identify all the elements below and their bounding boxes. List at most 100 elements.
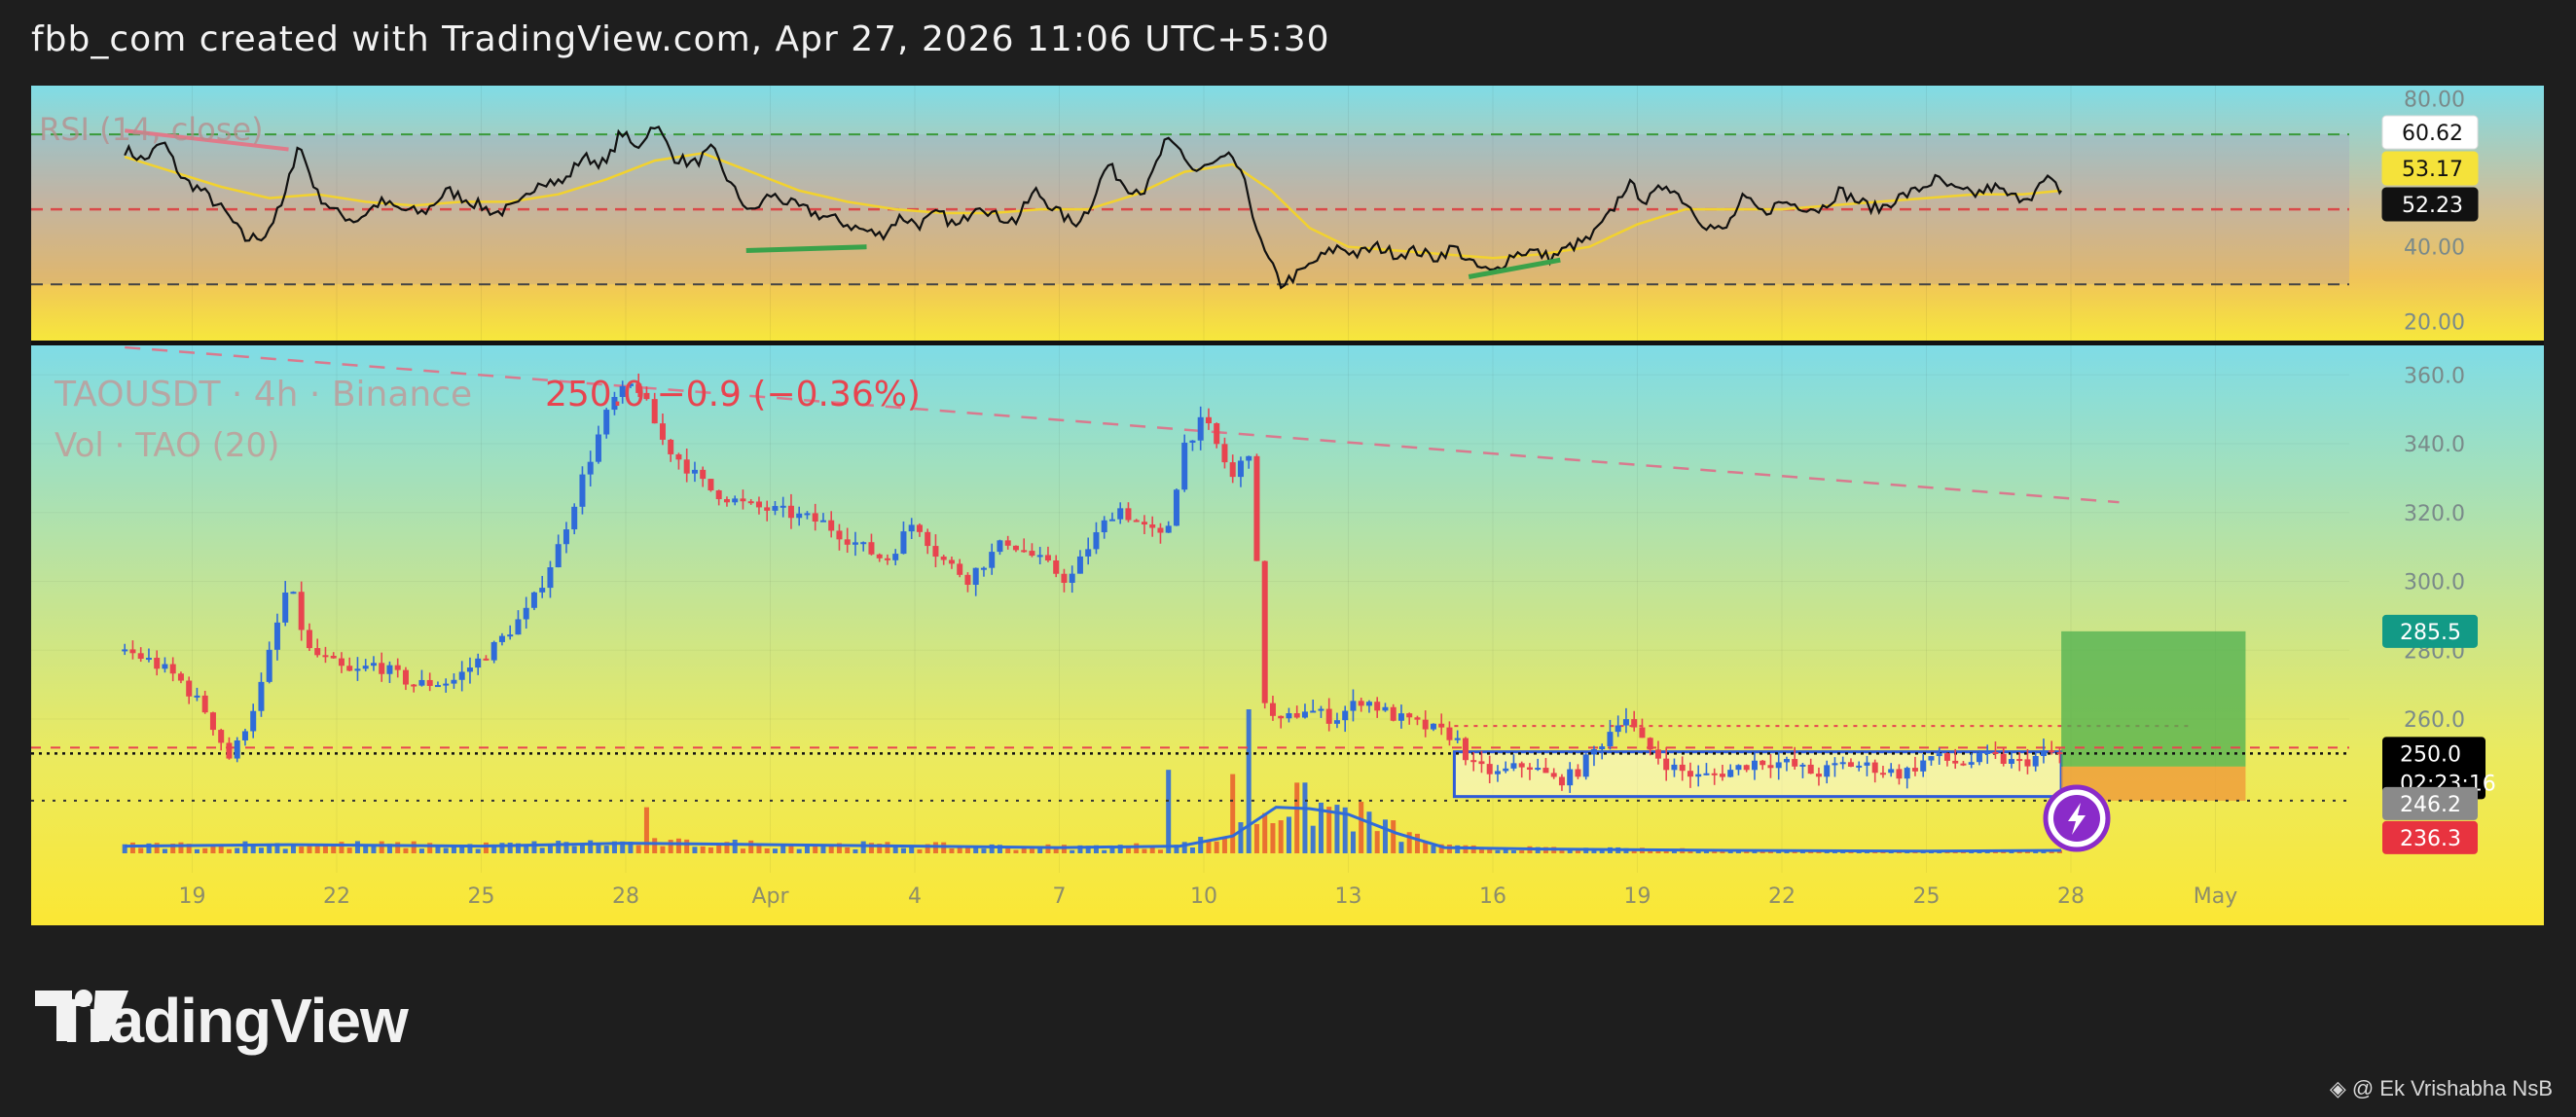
candle-body	[1510, 763, 1517, 769]
candle-body	[1503, 768, 1509, 772]
candle-body	[723, 499, 730, 503]
time-axis-label: Apr	[751, 884, 789, 909]
price-panel[interactable]: TAOUSDT · 4h · Binance 250.0 −0.9 (−0.36…	[31, 345, 2544, 925]
candle-body	[1382, 706, 1389, 711]
time-axis[interactable]: 19 22 25 28 Apr 4 7 10 13 16 19 22 25 28 May	[179, 884, 2238, 909]
candle-body	[1943, 753, 1950, 761]
volume-bar	[202, 847, 208, 853]
candle-body	[844, 539, 851, 545]
volume-bar	[1070, 849, 1075, 853]
candle-body	[1760, 760, 1766, 766]
volume-bar	[1382, 819, 1388, 853]
diamond-icon: ◈	[2329, 1076, 2346, 1100]
candle-body	[1719, 774, 1725, 777]
rsi-level-badge: 52.23	[2381, 187, 2479, 222]
rsi-value-badge-text: 60.62	[2402, 122, 2463, 146]
candle-body	[836, 530, 843, 540]
volume-bar	[1286, 816, 1291, 853]
candle-body	[507, 634, 514, 637]
volume-bar	[860, 841, 866, 853]
volume-bar	[692, 847, 698, 853]
candle-body	[1558, 776, 1565, 786]
time-axis-label: 7	[1053, 884, 1067, 909]
volume-bar	[780, 845, 786, 853]
volume-bar	[379, 841, 384, 853]
volume-bar	[475, 848, 481, 853]
candle-body	[948, 559, 955, 564]
candle-body	[1703, 773, 1710, 775]
tradingview-logo[interactable]: TradingView	[35, 986, 409, 1056]
volume-bar	[1414, 833, 1420, 853]
rsi-price-axis[interactable]: 80.0060.0040.0020.0060.6253.1752.23	[2381, 89, 2479, 336]
candle-body	[1631, 719, 1638, 728]
candle-body	[1173, 489, 1179, 526]
candle-body	[490, 641, 497, 661]
volume-bar	[539, 847, 545, 853]
stop-price-badge-text: 236.3	[2400, 827, 2461, 851]
candle-body	[1237, 460, 1244, 478]
candle-body	[964, 574, 971, 585]
rsi-chart[interactable]: RSI (14, close) 80.0060.0040.0020.0060.6…	[31, 86, 2544, 341]
price-tick-label: 320.0	[2404, 502, 2465, 526]
volume-bar	[1149, 847, 1155, 853]
candle-body	[530, 592, 537, 608]
volume-bar	[1142, 848, 1147, 853]
volume-bar	[660, 846, 666, 853]
candle-body	[1214, 423, 1220, 445]
candle-body	[1751, 760, 1758, 771]
candle-body	[539, 588, 546, 593]
candle-body	[1310, 710, 1317, 713]
candle-body	[1879, 773, 1886, 775]
candle-body	[1526, 767, 1533, 771]
candle-body	[562, 529, 569, 545]
candle-body	[1599, 746, 1606, 750]
candle-body	[1293, 713, 1300, 718]
volume-bar	[1102, 849, 1107, 853]
volume-bar	[1391, 820, 1397, 853]
drawing-overlay[interactable]	[31, 345, 2349, 802]
candle-body	[1582, 754, 1589, 777]
candle-body	[1663, 758, 1670, 771]
lightning-alert-button[interactable]	[2043, 784, 2111, 852]
candle-body	[1253, 455, 1260, 561]
candle-body	[691, 469, 698, 474]
author-credit[interactable]: ◈ @ Ek Vrishabha NsB	[2330, 1076, 2553, 1101]
candle-body	[1390, 706, 1397, 721]
time-axis-label: 28	[2057, 884, 2085, 909]
candle-body	[876, 554, 883, 558]
candle-body	[1350, 701, 1357, 711]
candle-body	[1358, 701, 1364, 706]
candle-body	[1911, 768, 1918, 772]
price-legend-symbol: TAOUSDT · 4h · Binance	[54, 375, 472, 414]
candle-body	[916, 524, 923, 532]
volume-bar	[435, 846, 441, 853]
volume-bar	[299, 847, 305, 853]
volume-bar	[603, 846, 609, 853]
candle-body	[1012, 545, 1019, 551]
rsi-tick-80: 80.00	[2404, 89, 2465, 113]
volume-bar	[443, 847, 449, 853]
volume-bar	[853, 848, 858, 853]
price-chart[interactable]: TAOUSDT · 4h · Binance 250.0 −0.9 (−0.36…	[31, 345, 2544, 925]
candle-body	[1920, 760, 1927, 772]
candle-body	[1397, 713, 1404, 721]
volume-bar	[1134, 843, 1140, 853]
price-axis[interactable]: 360.0340.0320.0300.0280.0260.0285.5250.0…	[2382, 364, 2496, 854]
rsi-panel[interactable]: RSI (14, close) 80.0060.0040.0020.0060.6…	[31, 86, 2544, 341]
time-axis-label: May	[2194, 884, 2237, 909]
volume-bar	[1326, 807, 1332, 853]
candle-body	[1896, 769, 1903, 779]
volume-bar	[1519, 850, 1525, 853]
candle-body	[418, 679, 425, 686]
volume-bar	[1253, 823, 1259, 853]
candle-body	[764, 507, 771, 511]
candle-body	[434, 685, 441, 688]
candle-body	[498, 635, 505, 642]
time-axis-label: 13	[1335, 884, 1362, 909]
volume-bar	[556, 841, 562, 853]
candle-body	[747, 501, 754, 504]
candle-body	[2000, 753, 2007, 764]
candle-body	[194, 695, 200, 698]
volume-bar	[668, 840, 673, 853]
time-axis-label: 22	[323, 884, 350, 909]
